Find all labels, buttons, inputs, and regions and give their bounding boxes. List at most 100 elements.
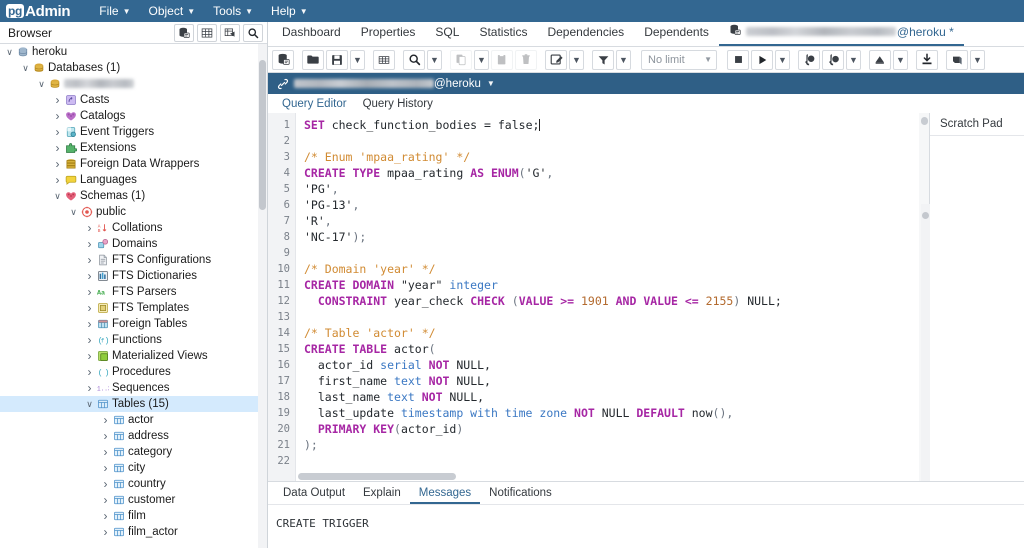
- chevron-down-icon[interactable]: [84, 399, 95, 410]
- menu-help[interactable]: Help ▼: [262, 1, 317, 21]
- output-tab-messages[interactable]: Messages: [410, 485, 480, 504]
- chevron-right-icon[interactable]: [100, 445, 111, 459]
- code-line[interactable]: /* Enum 'mpaa_rating' */: [304, 149, 929, 165]
- delete-icon[interactable]: [515, 50, 537, 70]
- chevron-right-icon[interactable]: [84, 269, 95, 283]
- tree-item-domains[interactable]: Domains: [0, 236, 267, 252]
- code-line[interactable]: [304, 133, 929, 149]
- tree-item-collations[interactable]: ABCollations: [0, 220, 267, 236]
- execute-query-icon[interactable]: [751, 50, 773, 70]
- filter-caret-icon[interactable]: ▼: [616, 50, 631, 70]
- code-line[interactable]: last_name text NOT NULL,: [304, 389, 929, 405]
- find-icon[interactable]: [403, 50, 425, 70]
- code-line[interactable]: [304, 453, 929, 469]
- chevron-right-icon[interactable]: [84, 237, 95, 251]
- code-line[interactable]: CREATE DOMAIN "year" integer: [304, 277, 929, 293]
- chevron-right-icon[interactable]: [100, 477, 111, 491]
- tree-item-heroku[interactable]: heroku: [0, 44, 267, 60]
- code-line[interactable]: 'PG',: [304, 181, 929, 197]
- query-tool-icon[interactable]: [174, 24, 194, 42]
- download-csv-icon[interactable]: [916, 50, 938, 70]
- tree-item-film[interactable]: film: [0, 508, 267, 524]
- search-icon[interactable]: [243, 24, 263, 42]
- tree-item-customer[interactable]: customer: [0, 492, 267, 508]
- code-line[interactable]: last_update timestamp with time zone NOT…: [304, 405, 929, 421]
- code-line[interactable]: CREATE TYPE mpaa_rating AS ENUM('G',: [304, 165, 929, 181]
- sql-editor[interactable]: 12345678910111213141516171819202122 SET …: [268, 113, 929, 481]
- chevron-down-icon[interactable]: [68, 207, 79, 218]
- chevron-down-icon[interactable]: [4, 47, 15, 58]
- menu-object[interactable]: Object ▼: [140, 1, 205, 21]
- tree-item-city[interactable]: city: [0, 460, 267, 476]
- chevron-right-icon[interactable]: [84, 221, 95, 235]
- sql-code[interactable]: SET check_function_bodies = false; /* Enu…: [296, 113, 929, 481]
- output-tab-bar[interactable]: Data OutputExplainMessagesNotifications: [268, 482, 1024, 505]
- tree-item-foreign-data-wrappers[interactable]: Foreign Data Wrappers: [0, 156, 267, 172]
- tree-item-procedures[interactable]: ()Procedures: [0, 364, 267, 380]
- edit-grid-icon[interactable]: [373, 50, 395, 70]
- macros-icon[interactable]: [946, 50, 968, 70]
- output-tab-explain[interactable]: Explain: [354, 485, 410, 504]
- code-line[interactable]: actor_id serial NOT NULL,: [304, 357, 929, 373]
- tab-dashboard[interactable]: Dashboard: [272, 21, 351, 46]
- code-line[interactable]: 'NC-17');: [304, 229, 929, 245]
- tree-item-databases-1[interactable]: Databases (1): [0, 60, 267, 76]
- tree-item-casts[interactable]: Casts: [0, 92, 267, 108]
- object-tab-bar[interactable]: DashboardPropertiesSQLStatisticsDependen…: [268, 22, 1024, 47]
- edit-options-icon[interactable]: [545, 50, 567, 70]
- row-limit-select[interactable]: No limit ▼: [641, 50, 717, 70]
- macros-caret-icon[interactable]: ▼: [970, 50, 985, 70]
- tree-item-event-triggers[interactable]: Event Triggers: [0, 124, 267, 140]
- scratch-pad-textarea[interactable]: [930, 136, 1024, 481]
- code-line[interactable]: SET check_function_bodies = false;: [304, 117, 929, 133]
- tree-item-fts-configurations[interactable]: FTS Configurations: [0, 252, 267, 268]
- tree-item-database-redacted[interactable]: [0, 76, 267, 92]
- tree-item-address[interactable]: address: [0, 428, 267, 444]
- tab-statistics[interactable]: Statistics: [469, 21, 537, 46]
- code-line[interactable]: PRIMARY KEY(actor_id): [304, 421, 929, 437]
- chevron-right-icon[interactable]: [52, 173, 63, 187]
- tree-item-languages[interactable]: Languages: [0, 172, 267, 188]
- tree-scrollbar-thumb[interactable]: [259, 60, 266, 210]
- chevron-right-icon[interactable]: [84, 253, 95, 267]
- tree-scrollbar[interactable]: [258, 44, 267, 548]
- copy-icon[interactable]: [450, 50, 472, 70]
- chevron-right-icon[interactable]: [100, 525, 111, 539]
- chevron-right-icon[interactable]: [52, 109, 63, 123]
- copy-caret-icon[interactable]: ▼: [474, 50, 489, 70]
- chevron-down-icon[interactable]: [52, 191, 63, 202]
- object-tree[interactable]: herokuDatabases (1) CastsCatalogsEvent Tr…: [0, 44, 267, 548]
- menu-file[interactable]: File ▼: [90, 1, 139, 21]
- tab-dependents[interactable]: Dependents: [634, 21, 719, 46]
- edit-options-caret-icon[interactable]: ▼: [569, 50, 584, 70]
- tree-item-film-actor[interactable]: film_actor: [0, 524, 267, 540]
- chevron-right-icon[interactable]: [84, 349, 95, 363]
- view-data-icon[interactable]: [197, 24, 217, 42]
- tree-item-fts-dictionaries[interactable]: FTS Dictionaries: [0, 268, 267, 284]
- code-line[interactable]: CONSTRAINT year_check CHECK (VALUE >= 19…: [304, 293, 929, 309]
- chevron-right-icon[interactable]: [100, 413, 111, 427]
- tab-dependencies[interactable]: Dependencies: [537, 21, 634, 46]
- editor-scrollbar-thumb[interactable]: [921, 117, 928, 125]
- code-line[interactable]: );: [304, 437, 929, 453]
- chevron-down-icon[interactable]: [20, 63, 31, 74]
- explain-analyze-icon[interactable]: [822, 50, 844, 70]
- chevron-right-icon[interactable]: [100, 493, 111, 507]
- paste-icon[interactable]: [491, 50, 513, 70]
- stop-query-icon[interactable]: [727, 50, 749, 70]
- tree-item-sequences[interactable]: 1..3Sequences: [0, 380, 267, 396]
- chevron-right-icon[interactable]: [52, 93, 63, 107]
- save-file-icon[interactable]: [326, 50, 348, 70]
- tree-item-extensions[interactable]: Extensions: [0, 140, 267, 156]
- tab-properties[interactable]: Properties: [351, 21, 426, 46]
- tree-item-catalogs[interactable]: Catalogs: [0, 108, 267, 124]
- explain-caret-icon[interactable]: ▼: [846, 50, 861, 70]
- commit-caret-icon[interactable]: ▼: [893, 50, 908, 70]
- tab-heroku[interactable]: @heroku *: [719, 20, 964, 46]
- filter-icon[interactable]: [592, 50, 614, 70]
- commit-icon[interactable]: [869, 50, 891, 70]
- tree-item-actor[interactable]: actor: [0, 412, 267, 428]
- chevron-right-icon[interactable]: [100, 429, 111, 443]
- tab-sql[interactable]: SQL: [425, 21, 469, 46]
- open-file-icon[interactable]: [302, 50, 324, 70]
